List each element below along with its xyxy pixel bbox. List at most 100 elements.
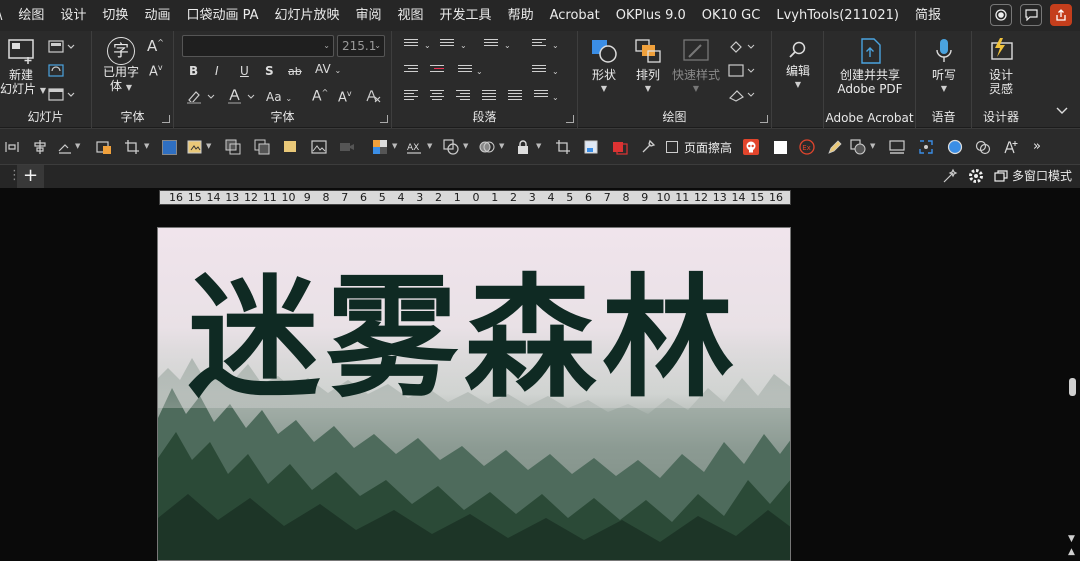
numbering-icon[interactable] [440, 39, 456, 51]
quick-styles-button[interactable]: 快速样式 ▼ [670, 37, 722, 96]
menu-tab-slideshow[interactable]: 幻灯片放映 [267, 0, 348, 31]
editing-button[interactable]: 编辑 ▼ [778, 39, 818, 92]
char-spacing-button[interactable]: AV ⌄ [315, 62, 341, 76]
recolor-icon[interactable] [187, 139, 203, 155]
menu-tab-view[interactable]: 视图 [390, 0, 432, 31]
vertical-scrollbar[interactable]: ▼ ▲ [1066, 188, 1080, 561]
align-right-icon[interactable] [456, 90, 472, 102]
line-style-icon[interactable] [57, 139, 73, 155]
shape-fill-yellow-icon[interactable] [283, 139, 299, 155]
text-direction-icon[interactable] [532, 39, 548, 51]
layout-button[interactable] [48, 39, 75, 55]
menu-tab-design[interactable]: 设计 [52, 0, 94, 31]
menu-tab-animations[interactable]: 动画 [136, 0, 178, 31]
color-palette-icon[interactable] [372, 139, 388, 155]
video-icon[interactable] [339, 139, 355, 155]
shapes-button[interactable]: 形状 ▼ [586, 37, 622, 96]
menu-tab-pocket-animation[interactable]: 口袋动画 PA [178, 0, 266, 31]
add-tab-button[interactable]: + [17, 165, 44, 189]
menu-tab-acrobat[interactable]: Acrobat [542, 0, 608, 31]
picture-format-icon[interactable] [96, 139, 112, 155]
page-erase-checkbox[interactable] [666, 141, 678, 153]
color-swatch-blue[interactable] [162, 140, 177, 155]
menu-tab-ok10gc[interactable]: OK10 GC [694, 0, 769, 31]
picture-blue-icon[interactable] [583, 139, 599, 155]
horizontal-ruler[interactable]: 16 15 14 13 12 11 10 9 8 7 6 5 4 3 2 1 0 1 2 3 4 5 6 7 8 9 10 11 12 1… [159, 190, 791, 205]
menu-tab-clipped[interactable]: \ [0, 0, 10, 31]
crop-icon[interactable] [124, 139, 140, 155]
scroll-up-arrow-icon[interactable]: ▲ [1068, 548, 1075, 557]
text-shadow-button[interactable]: S [265, 64, 274, 78]
gear-icon[interactable] [968, 168, 984, 184]
underline-button[interactable]: U [240, 64, 249, 78]
strikethrough-button[interactable]: ab [288, 65, 302, 78]
menu-tab-developer[interactable]: 开发工具 [432, 0, 500, 31]
distribute-icon[interactable] [4, 139, 20, 155]
align-objects-icon[interactable] [32, 139, 48, 155]
multi-window-button[interactable]: 多窗口模式 [994, 167, 1072, 184]
fragment-icon[interactable] [479, 139, 495, 155]
dialog-launcher-icon[interactable] [566, 115, 574, 123]
menu-tab-review[interactable]: 审阅 [348, 0, 390, 31]
red-tag-icon[interactable] [612, 139, 628, 155]
menu-tab-brief[interactable]: 简报 [907, 0, 949, 31]
font-increase-icon[interactable] [1003, 139, 1019, 155]
comments-button[interactable] [1020, 4, 1042, 26]
change-case-button[interactable]: Aa ⌄ [266, 90, 292, 104]
text-effects-icon[interactable]: AX [406, 139, 422, 155]
scroll-down-arrow-icon[interactable]: ▼ [1068, 535, 1075, 544]
dialog-launcher-icon[interactable] [162, 115, 170, 123]
menu-tab-help[interactable]: 帮助 [500, 0, 542, 31]
line-spacing-icon[interactable] [484, 39, 500, 51]
crop-tool-icon[interactable] [555, 139, 571, 155]
shape-merge-icon[interactable] [443, 139, 459, 155]
clear-format-button[interactable] [364, 88, 382, 104]
increase-font-button[interactable]: A^ [312, 88, 328, 105]
lock-icon[interactable] [515, 139, 531, 155]
align-center-icon[interactable] [430, 90, 446, 102]
align-left-icon[interactable] [404, 90, 420, 102]
scrollbar-thumb[interactable] [1069, 378, 1076, 396]
highlight-button[interactable] [186, 89, 215, 105]
arrange-button[interactable]: 排列 ▼ [630, 37, 666, 96]
reset-slide-button[interactable] [48, 63, 66, 79]
send-backward-icon[interactable] [254, 139, 270, 155]
shape-fill-button[interactable] [728, 39, 755, 55]
increase-indent-icon[interactable] [430, 65, 446, 77]
menu-tab-okplus[interactable]: OKPlus 9.0 [608, 0, 694, 31]
used-fonts-button[interactable]: 字 已用字 体 ▼ [100, 37, 142, 95]
section-button[interactable] [48, 87, 75, 103]
font-name-combo[interactable]: ⌄ [182, 35, 334, 57]
share-button[interactable] [1050, 4, 1072, 26]
bold-button[interactable]: B [189, 64, 198, 78]
menu-tab-draw[interactable]: 绘图 [10, 0, 52, 31]
wand-icon[interactable] [942, 168, 958, 184]
shape-effects-button[interactable] [728, 87, 755, 103]
bring-forward-icon[interactable] [225, 139, 241, 155]
distributed-icon[interactable] [508, 90, 524, 102]
shape-styles-icon[interactable] [850, 139, 866, 155]
align-text-icon[interactable] [532, 65, 548, 77]
pencil-icon[interactable] [827, 139, 843, 155]
more-tools-button[interactable]: » [1033, 139, 1041, 154]
create-share-pdf-button[interactable]: 创建并共享 Adobe PDF [826, 37, 914, 96]
italic-button[interactable]: I [215, 64, 219, 78]
new-slide-button[interactable]: 新建 幻灯片 ▼ [0, 37, 46, 98]
grow-font-icon[interactable]: A^ [147, 37, 164, 55]
justify-icon[interactable] [482, 90, 498, 102]
smartart-convert-icon[interactable] [534, 90, 550, 102]
menu-tab-transitions[interactable]: 切换 [94, 0, 136, 31]
menu-tab-lvyhtools[interactable]: LvyhTools(211021) [768, 0, 907, 31]
circle-blue-icon[interactable] [947, 139, 963, 155]
white-square-icon[interactable] [774, 141, 787, 154]
shape-outline-button[interactable] [728, 63, 755, 79]
font-color-button[interactable] [226, 89, 255, 105]
bullets-icon[interactable] [404, 39, 420, 51]
slide-picture-icon[interactable] [889, 139, 905, 155]
slide-canvas[interactable]: 迷雾森林 [157, 227, 791, 561]
circles-overlap-icon[interactable] [975, 139, 991, 155]
dialog-launcher-icon[interactable] [760, 115, 768, 123]
font-size-combo[interactable]: 215.1 ⌄ [337, 35, 385, 57]
insert-picture-icon[interactable] [311, 139, 327, 155]
dictate-button[interactable]: 听写 ▼ [924, 37, 964, 96]
